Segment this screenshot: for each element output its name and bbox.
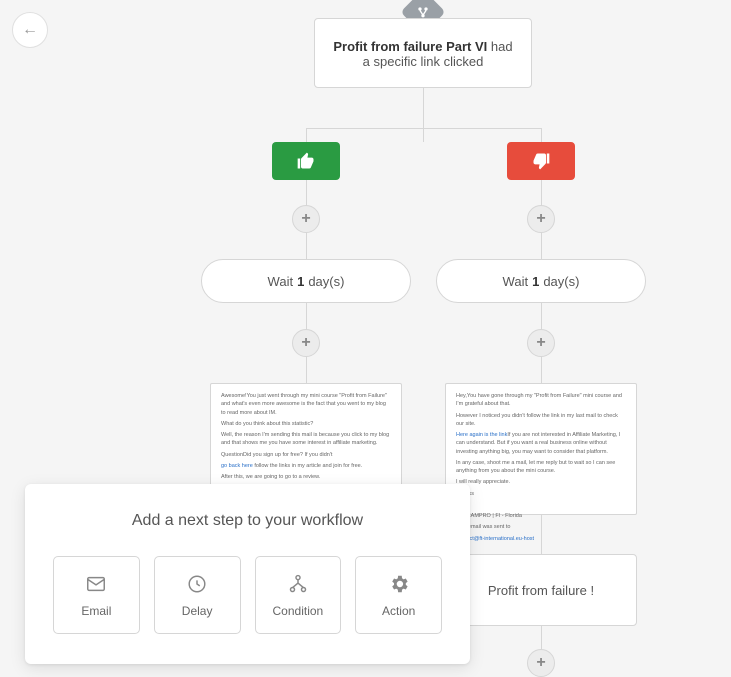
wait-step-left[interactable]: Wait 1 day(s)	[201, 259, 411, 303]
branch-no-button[interactable]	[507, 142, 575, 180]
trigger-title: Profit from failure Part VI	[333, 39, 487, 54]
gear-icon	[388, 573, 410, 595]
branch-yes-button[interactable]	[272, 142, 340, 180]
email-step-result[interactable]: Profit from failure !	[445, 554, 637, 626]
clock-icon	[186, 573, 208, 595]
add-step-button[interactable]: +	[527, 329, 555, 357]
add-step-button[interactable]: +	[527, 649, 555, 677]
trigger-card[interactable]: Profit from failure Part VI had a specif…	[314, 18, 532, 88]
add-step-panel: Add a next step to your workflow Email D…	[25, 484, 470, 664]
email-step-right[interactable]: Hey,You have gone through my "Profit fro…	[445, 383, 637, 515]
step-option-delay[interactable]: Delay	[154, 556, 241, 634]
thumbs-up-icon	[296, 151, 316, 171]
branch-icon	[287, 573, 309, 595]
step-option-action[interactable]: Action	[355, 556, 442, 634]
email-icon	[85, 573, 107, 595]
step-option-condition[interactable]: Condition	[255, 556, 342, 634]
step-option-email[interactable]: Email	[53, 556, 140, 634]
add-step-button[interactable]: +	[292, 205, 320, 233]
thumbs-down-icon	[531, 151, 551, 171]
back-button[interactable]: ←	[12, 12, 48, 48]
wait-step-right[interactable]: Wait 1 day(s)	[436, 259, 646, 303]
arrow-left-icon: ←	[22, 21, 38, 39]
add-step-button[interactable]: +	[527, 205, 555, 233]
panel-title: Add a next step to your workflow	[53, 512, 442, 530]
add-step-button[interactable]: +	[292, 329, 320, 357]
